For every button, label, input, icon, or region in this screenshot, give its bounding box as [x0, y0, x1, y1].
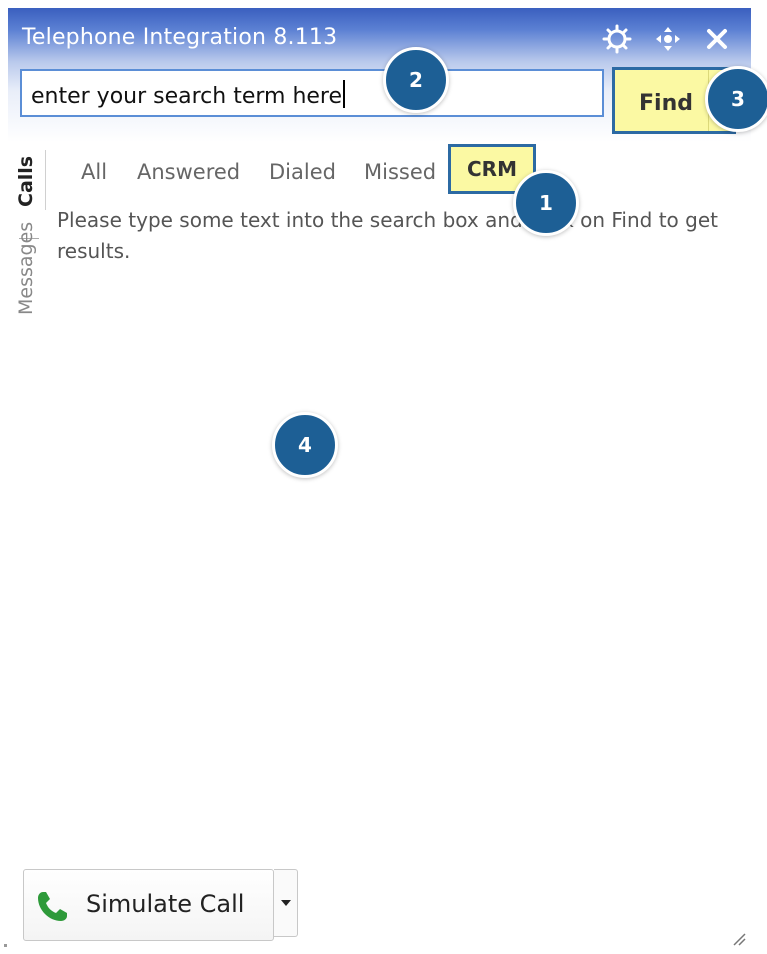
side-tabs: Calls Messages — [6, 150, 46, 330]
gear-icon[interactable] — [602, 24, 632, 54]
callout-badge-1: 1 — [513, 170, 579, 236]
callout-badge-2: 2 — [383, 47, 449, 113]
text-caret — [343, 80, 346, 108]
window-title: Telephone Integration 8.113 — [22, 25, 338, 50]
tab-calls[interactable]: Calls — [15, 156, 37, 207]
telephone-integration-window: Telephone Integration 8.113 enter your s… — [0, 0, 767, 954]
find-button-label: Find — [639, 91, 693, 116]
empty-results-message: Please type some text into the search bo… — [57, 208, 718, 263]
close-icon[interactable] — [702, 24, 732, 54]
resize-grip-icon[interactable] — [730, 930, 746, 946]
simulate-call-button[interactable]: Simulate Call — [23, 869, 274, 941]
phone-icon — [38, 892, 67, 921]
filter-answered[interactable]: Answered — [137, 160, 240, 184]
move-icon[interactable] — [653, 24, 683, 54]
filter-missed[interactable]: Missed — [364, 160, 436, 184]
caret-down-icon — [281, 900, 291, 906]
filter-all[interactable]: All — [81, 160, 107, 184]
tab-messages[interactable]: Messages — [15, 222, 37, 315]
simulate-call-label: Simulate Call — [86, 890, 245, 918]
callout-badge-4: 4 — [272, 412, 338, 478]
callout-badge-3: 3 — [705, 66, 767, 132]
search-input-value: enter your search term here — [31, 80, 346, 109]
search-input[interactable]: enter your search term here — [20, 69, 604, 117]
simulate-call-dropdown[interactable] — [274, 869, 298, 937]
filter-dialed[interactable]: Dialed — [269, 160, 336, 184]
window-corner-mark — [4, 944, 7, 947]
